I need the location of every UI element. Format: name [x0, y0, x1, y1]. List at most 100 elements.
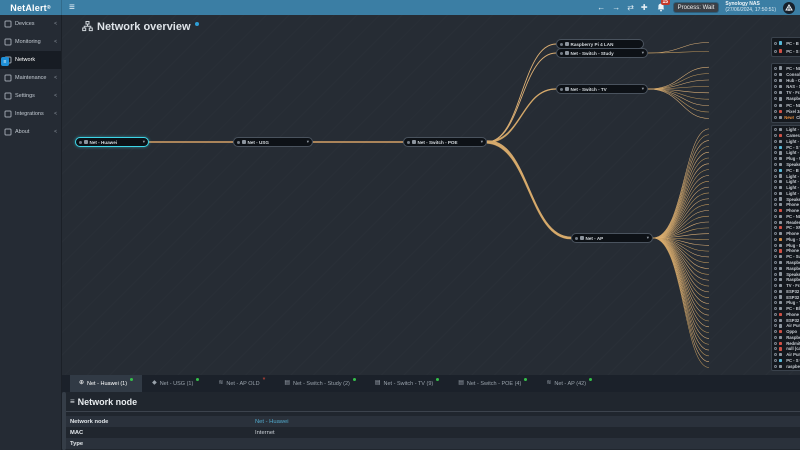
node-tab[interactable]: ◆ Net - USG (1) — [143, 375, 208, 392]
sidebar-item[interactable]: About < — [0, 123, 61, 141]
sidebar-item[interactable]: Devices < — [0, 15, 61, 33]
device-label: Plug - Dishwasher — [786, 243, 800, 248]
monitor-icon — [779, 146, 782, 149]
lightbulb-icon — [779, 192, 782, 195]
signal-icon — [774, 365, 777, 368]
move-icon[interactable]: ✚ — [641, 0, 648, 15]
device-label: Plug - Sowell — [786, 237, 800, 242]
sidebar-item[interactable]: Settings < — [0, 87, 61, 105]
device-label: Phone - Pixel 6 — [786, 231, 800, 236]
sidebar-item-label: Settings — [15, 93, 51, 99]
device-label: PC - NUC old — [786, 103, 800, 108]
sidebar-item[interactable]: Monitoring < — [0, 33, 61, 51]
tab-status-icon — [263, 378, 266, 384]
node-tab[interactable]: ≋ Net - AP OLD — [209, 375, 274, 392]
page-title: Network overview — [97, 21, 191, 33]
details-row-value: Internet — [255, 430, 275, 436]
device-row[interactable]: PC - S LAN — [774, 47, 800, 55]
app-name: NetAlert — [10, 3, 47, 13]
signal-icon — [774, 151, 777, 154]
topology-node[interactable]: Net - Switch - TV ▾ — [556, 84, 648, 94]
sidebar: Devices < Monitoring < Network Maintenan… — [0, 15, 62, 450]
top-bar: NetAlert® ≡ ←→⇄✚ 15 Process: Wait Synolo… — [0, 0, 800, 15]
signal-icon — [774, 307, 777, 310]
sidebar-item[interactable]: Integrations < — [0, 105, 61, 123]
device-row[interactable]: New! Chromecast — [774, 114, 800, 120]
topology-node[interactable]: Net - USG ▾ — [233, 137, 313, 147]
netalert-logo-icon[interactable] — [783, 2, 795, 14]
signal-icon — [774, 238, 777, 241]
forward-icon[interactable]: → — [612, 0, 620, 15]
node-tab[interactable]: ▤ Net - Switch - POE (4) — [449, 375, 536, 392]
chart-icon — [4, 38, 12, 46]
signal-icon — [774, 203, 777, 206]
topbar-actions: ←→⇄✚ 15 Process: Wait Synology NAS (27/0… — [597, 0, 800, 15]
sidebar-item[interactable]: Maintenance < — [0, 69, 61, 87]
node-tab[interactable]: ▤ Net - Switch - TV (9) — [366, 375, 448, 392]
refresh-icon[interactable]: ⇄ — [627, 0, 634, 15]
info-badge[interactable] — [195, 22, 199, 26]
bell-icon[interactable]: 15 — [655, 0, 667, 15]
signal-icon — [774, 67, 777, 70]
topology-node[interactable]: Net - AP ▾ — [571, 233, 653, 243]
signal-icon — [774, 261, 777, 264]
device-row[interactable]: PC - B LAN — [774, 39, 800, 47]
tab-label: Net - Huawei (1) — [87, 381, 127, 387]
monitor-icon — [779, 104, 782, 107]
fan-icon — [779, 353, 782, 356]
details-header: ≡ Network node — [62, 392, 800, 412]
monitor-icon — [779, 215, 782, 218]
node-tab[interactable]: ⊕ Net - Huawei (1) — [70, 375, 142, 392]
sidebar-item-label: About — [15, 129, 51, 135]
nav-icons: ← → ⇄ ✚ — [597, 0, 647, 15]
phone-icon — [779, 110, 782, 113]
chip-icon — [779, 295, 782, 298]
chevron-down-icon: ▾ — [642, 48, 644, 58]
device-label: Chromecast — [796, 115, 800, 120]
menu-icon[interactable]: ≡ — [69, 0, 75, 15]
device-label: PC - B WiFi — [786, 168, 800, 173]
topology-node[interactable]: Net - Switch - Study ▾ — [556, 48, 648, 58]
switch-icon — [565, 51, 569, 55]
speaker-icon — [779, 272, 782, 275]
device-label: Hub - Cygnett Hub — [786, 78, 800, 83]
device-label: Phone - Pixel 3a — [786, 248, 800, 253]
device-label: Light - ceiling light 1 WiFi — [786, 185, 800, 190]
sidebar-item-label: Network — [15, 57, 54, 63]
camera-icon — [779, 347, 782, 350]
phone-icon — [779, 232, 782, 235]
topology-node[interactable]: Net - Switch - POE ▾ — [403, 137, 487, 147]
signal-icon — [774, 313, 777, 316]
node-tab[interactable]: ▤ Net - Switch - Study (2) — [275, 375, 365, 392]
sidebar-toggle[interactable]: ≡ — [1, 57, 9, 66]
device-label: Raspberry Pi 4 WiFi — [786, 260, 800, 265]
tab-label: Net - Switch - Study (2) — [293, 381, 350, 387]
scrollbar[interactable] — [62, 392, 66, 450]
tab-label: Net - AP (42) — [554, 381, 586, 387]
signal-icon — [774, 336, 777, 339]
tab-status-icon — [589, 378, 592, 381]
phone-icon — [779, 330, 782, 333]
topology-stage: Network overview Net - Huawei ▾ Net - US… — [62, 15, 800, 375]
tab-label: Net - AP OLD — [226, 381, 259, 387]
sidebar-item-label: Integrations — [15, 111, 51, 117]
phone-icon — [779, 313, 782, 316]
device-label: Plug - Tp Link — [786, 300, 800, 305]
device-label: Light - Dining light WiFi — [786, 174, 800, 179]
device-row[interactable]: raspberrypi (IP watch) — [774, 363, 800, 369]
device-label: Phone - Moto G — [786, 312, 800, 317]
tab-label: Net - USG (1) — [160, 381, 194, 387]
sidebar-item[interactable]: Network — [0, 51, 61, 69]
back-icon[interactable]: ← — [597, 0, 605, 15]
node-label: Net - USG — [248, 140, 305, 145]
signal-icon — [774, 79, 777, 82]
node-tab[interactable]: ≋ Net - AP (42) — [537, 375, 601, 392]
device-label: PC - S LAN — [786, 49, 800, 54]
topology-node[interactable]: Net - Huawei ▾ — [75, 137, 149, 147]
speaker-icon — [779, 197, 782, 200]
device-label: ESP32 - 3a - Laser Toy — [786, 295, 800, 300]
app-logo[interactable]: NetAlert® — [0, 0, 62, 15]
device-label: Light - ceiling light 2 WiFi — [786, 191, 800, 196]
monitor-icon — [779, 255, 782, 258]
process-status: Process: Wait — [674, 3, 719, 12]
